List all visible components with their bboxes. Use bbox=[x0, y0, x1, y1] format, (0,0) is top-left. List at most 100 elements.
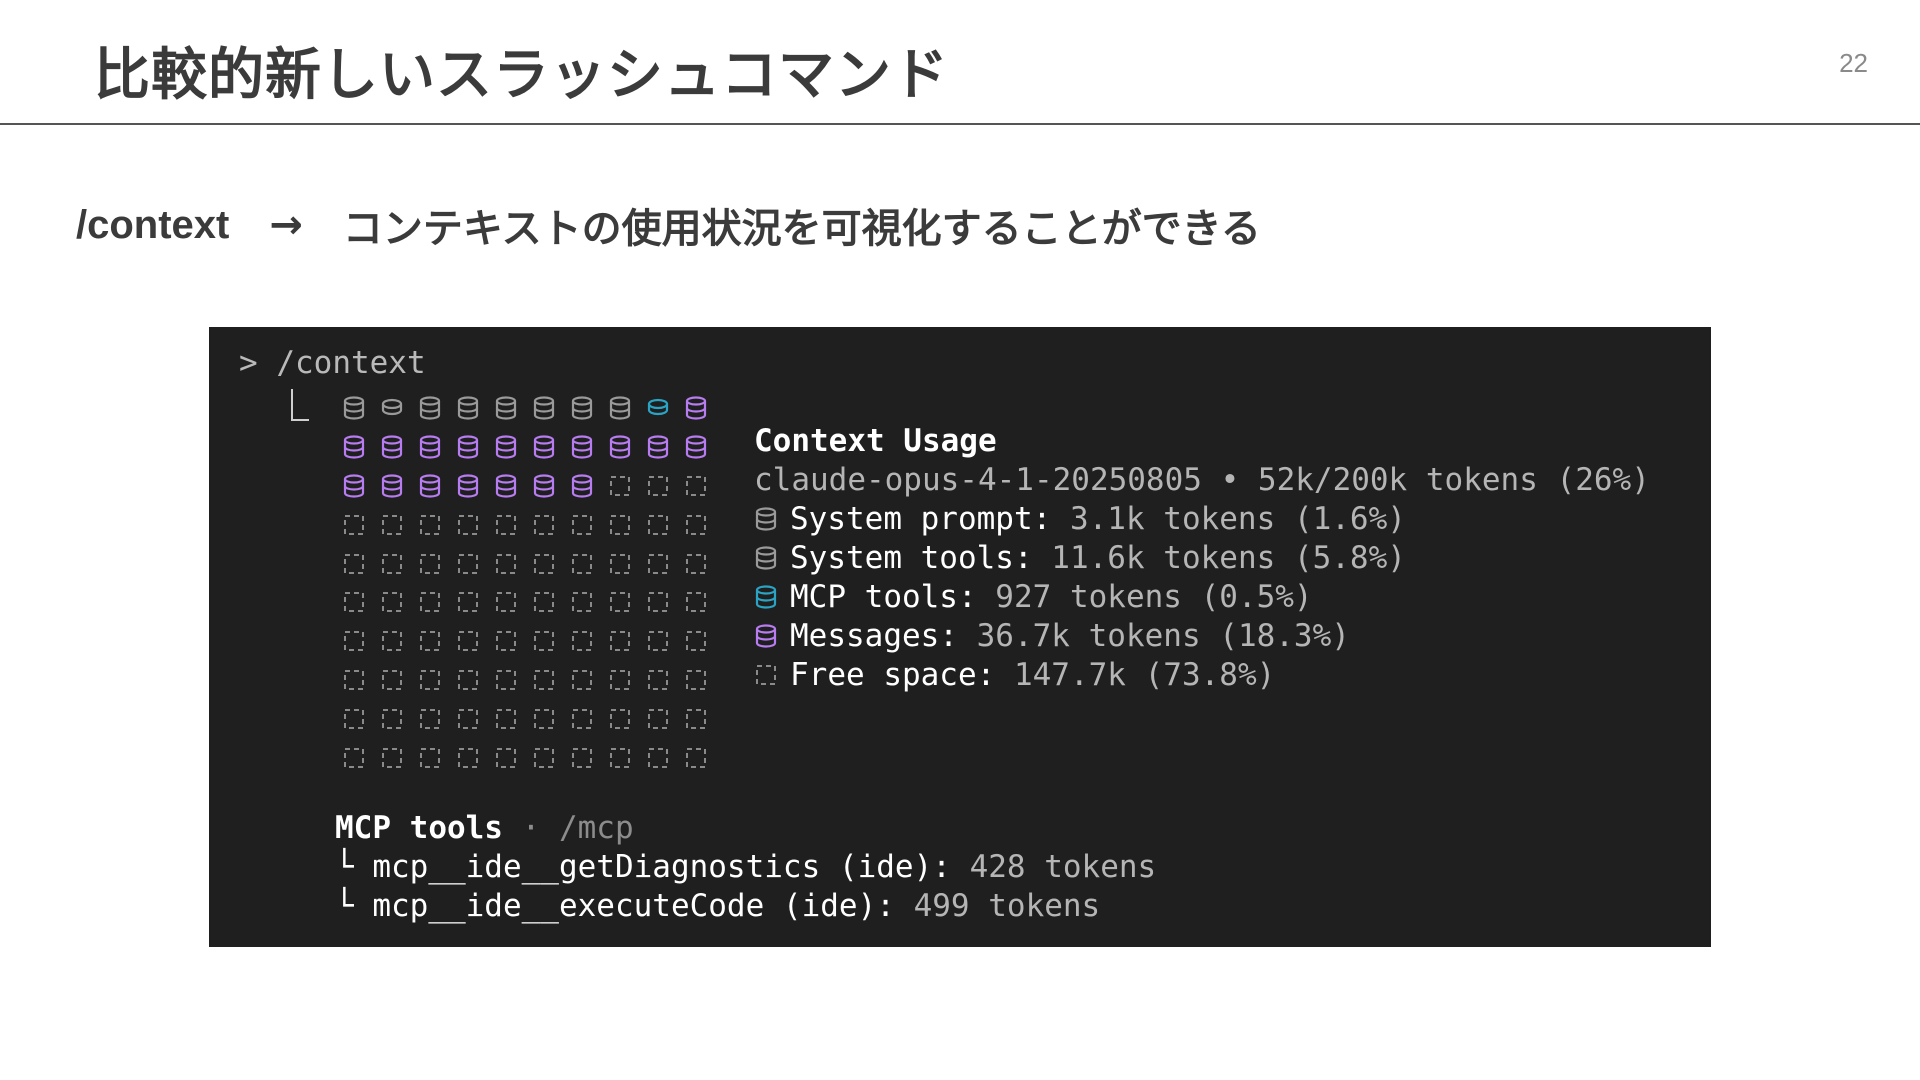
free-space-icon bbox=[335, 505, 373, 544]
free-space-icon bbox=[677, 699, 715, 738]
free-space-icon bbox=[601, 738, 639, 777]
free-space-icon bbox=[449, 583, 487, 622]
legend-value: 147.7k (73.8%) bbox=[995, 657, 1276, 693]
system-db-icon bbox=[754, 546, 790, 570]
free-space-icon bbox=[677, 544, 715, 583]
free-space-icon bbox=[411, 699, 449, 738]
free-space-icon bbox=[639, 467, 677, 506]
title-divider bbox=[0, 123, 1920, 125]
subtitle: /context → コンテキストの使用状況を可視化することができる bbox=[76, 196, 1261, 254]
free-space-icon bbox=[449, 544, 487, 583]
free-space-icon bbox=[639, 699, 677, 738]
free-space-icon bbox=[487, 583, 525, 622]
free-space-icon bbox=[373, 544, 411, 583]
context-model-line: claude-opus-4-1-20250805 • 52k/200k toke… bbox=[754, 462, 1650, 498]
messages-db-icon bbox=[449, 467, 487, 506]
free-space-icon bbox=[525, 661, 563, 700]
free-space-icon bbox=[677, 467, 715, 506]
free-space-icon bbox=[487, 699, 525, 738]
free-space-icon bbox=[639, 738, 677, 777]
free-space-icon bbox=[335, 544, 373, 583]
messages-db-icon bbox=[449, 428, 487, 467]
free-space-icon bbox=[373, 738, 411, 777]
free-space-icon bbox=[449, 738, 487, 777]
free-space-icon bbox=[639, 505, 677, 544]
messages-db-icon bbox=[677, 428, 715, 467]
free-space-icon bbox=[639, 661, 677, 700]
free-space-icon bbox=[563, 661, 601, 700]
free-space-icon bbox=[411, 544, 449, 583]
subtitle-command: /context bbox=[76, 202, 230, 247]
free-space-icon bbox=[677, 622, 715, 661]
free-space-icon bbox=[335, 583, 373, 622]
free-space-icon bbox=[563, 699, 601, 738]
legend-label: System prompt: bbox=[790, 501, 1052, 537]
subtitle-description: コンテキストの使用状況を可視化することができる bbox=[342, 206, 1261, 252]
free-space-icon bbox=[335, 699, 373, 738]
legend-row-mcp: MCP tools: 927 tokens (0.5%) bbox=[754, 579, 1313, 615]
free-space-icon bbox=[601, 544, 639, 583]
free-space-icon bbox=[639, 544, 677, 583]
free-space-icon bbox=[601, 583, 639, 622]
free-space-icon bbox=[335, 661, 373, 700]
legend-label: MCP tools: bbox=[790, 579, 977, 615]
free-space-icon bbox=[601, 622, 639, 661]
mcp-db-icon bbox=[754, 585, 790, 609]
free-space-icon bbox=[677, 661, 715, 700]
system-db-icon bbox=[449, 389, 487, 428]
free-space-icon bbox=[373, 699, 411, 738]
free-space-icon bbox=[525, 622, 563, 661]
free-space-icon bbox=[487, 505, 525, 544]
messages-db-icon bbox=[335, 428, 373, 467]
free-space-icon bbox=[639, 622, 677, 661]
free-space-icon bbox=[563, 583, 601, 622]
mcp-tool-name: mcp__ide__getDiagnostics (ide): bbox=[372, 849, 951, 885]
free-space-icon bbox=[563, 738, 601, 777]
system-db-icon bbox=[411, 389, 449, 428]
messages-db-icon bbox=[373, 428, 411, 467]
messages-db-icon bbox=[601, 428, 639, 467]
free-space-icon bbox=[449, 661, 487, 700]
legend-value: 11.6k tokens (5.8%) bbox=[1032, 540, 1406, 576]
free-space-icon bbox=[601, 661, 639, 700]
legend-value: 3.1k tokens (1.6%) bbox=[1051, 501, 1406, 537]
messages-db-icon bbox=[411, 428, 449, 467]
legend-row-system: System tools: 11.6k tokens (5.8%) bbox=[754, 540, 1406, 576]
free-space-icon bbox=[335, 738, 373, 777]
messages-db-icon bbox=[525, 428, 563, 467]
messages-db-icon bbox=[487, 467, 525, 506]
terminal-prompt: > /context bbox=[239, 345, 426, 381]
free-space-icon bbox=[563, 544, 601, 583]
free-space-icon bbox=[563, 505, 601, 544]
free-space-icon bbox=[411, 661, 449, 700]
messages-db-icon bbox=[373, 467, 411, 506]
mcp-db-half-icon bbox=[639, 389, 677, 428]
free-space-icon bbox=[601, 505, 639, 544]
free-space-icon bbox=[487, 661, 525, 700]
free-space-icon bbox=[525, 544, 563, 583]
messages-db-icon bbox=[411, 467, 449, 506]
free-space-icon bbox=[525, 738, 563, 777]
slide-title: 比較的新しいスラッシュコマンド bbox=[94, 43, 949, 108]
mcp-tool-item: └ mcp__ide__executeCode (ide): 499 token… bbox=[335, 888, 1101, 924]
legend-row-messages: Messages: 36.7k tokens (18.3%) bbox=[754, 618, 1350, 654]
free-space-icon bbox=[411, 583, 449, 622]
messages-db-icon bbox=[563, 467, 601, 506]
mcp-tool-tokens: 499 tokens bbox=[894, 888, 1101, 924]
free-space-icon bbox=[487, 544, 525, 583]
legend-label: Messages: bbox=[790, 618, 958, 654]
mcp-tools-title: MCP tools bbox=[335, 810, 503, 846]
messages-db-icon bbox=[754, 624, 790, 648]
free-space-icon bbox=[487, 738, 525, 777]
free-space-icon bbox=[411, 738, 449, 777]
free-space-icon bbox=[601, 467, 639, 506]
system-db-icon bbox=[335, 389, 373, 428]
system-db-icon bbox=[754, 507, 790, 531]
mcp-separator: · bbox=[502, 810, 559, 846]
legend-value: 36.7k tokens (18.3%) bbox=[957, 618, 1350, 654]
context-usage-grid bbox=[335, 389, 715, 777]
system-db-icon bbox=[601, 389, 639, 428]
legend-label: System tools: bbox=[790, 540, 1033, 576]
free-space-icon bbox=[677, 583, 715, 622]
free-space-icon bbox=[525, 583, 563, 622]
